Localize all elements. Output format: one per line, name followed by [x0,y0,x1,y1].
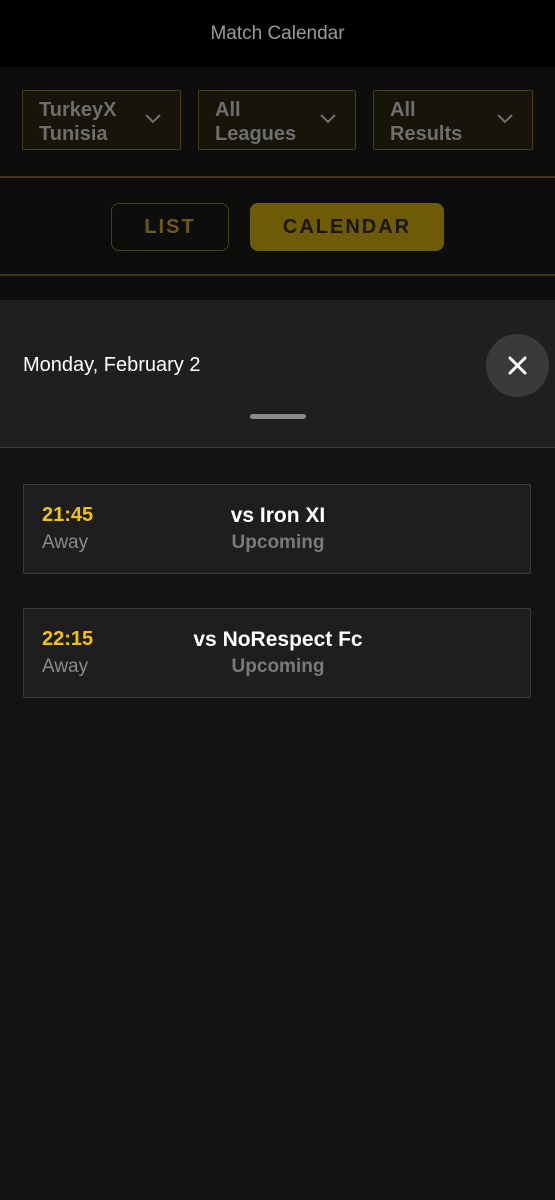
match-opponent: vs Iron XI [230,504,326,527]
filter-row: TurkeyX Tunisia All Leagues All Results [22,90,533,154]
team-filter-label: TurkeyX Tunisia [39,99,117,145]
divider [0,274,555,276]
close-button[interactable] [486,334,549,397]
selected-date: Monday, February 2 [23,354,201,376]
sheet-header: Monday, February 2 [0,300,555,448]
match-card[interactable]: 21:45 Away vs Iron XI Upcoming [23,484,531,574]
day-matches-sheet: Monday, February 2 21:45 Away vs Iron XI… [0,300,555,1200]
team-filter-dropdown[interactable]: TurkeyX Tunisia [22,90,181,150]
drag-handle[interactable] [250,414,306,419]
chevron-down-icon [320,114,336,124]
result-filter-dropdown[interactable]: All Results [373,90,533,150]
league-filter-label: All Leagues [215,99,297,145]
divider [0,176,555,178]
page-title: Match Calendar [210,22,345,44]
chevron-down-icon [497,114,513,124]
match-card[interactable]: 22:15 Away vs NoRespect Fc Upcoming [23,608,531,698]
top-bar: Match Calendar [0,0,555,67]
match-status: Upcoming [231,532,325,553]
chevron-down-icon [145,114,161,124]
league-filter-dropdown[interactable]: All Leagues [198,90,356,150]
close-icon [508,356,527,375]
match-status: Upcoming [231,656,325,677]
match-opponent: vs NoRespect Fc [193,628,363,651]
background-content: TurkeyX Tunisia All Leagues All Results … [0,67,555,300]
list-view-button[interactable]: LIST [111,203,229,251]
result-filter-label: All Results [390,99,463,145]
calendar-view-button[interactable]: CALENDAR [250,203,444,251]
